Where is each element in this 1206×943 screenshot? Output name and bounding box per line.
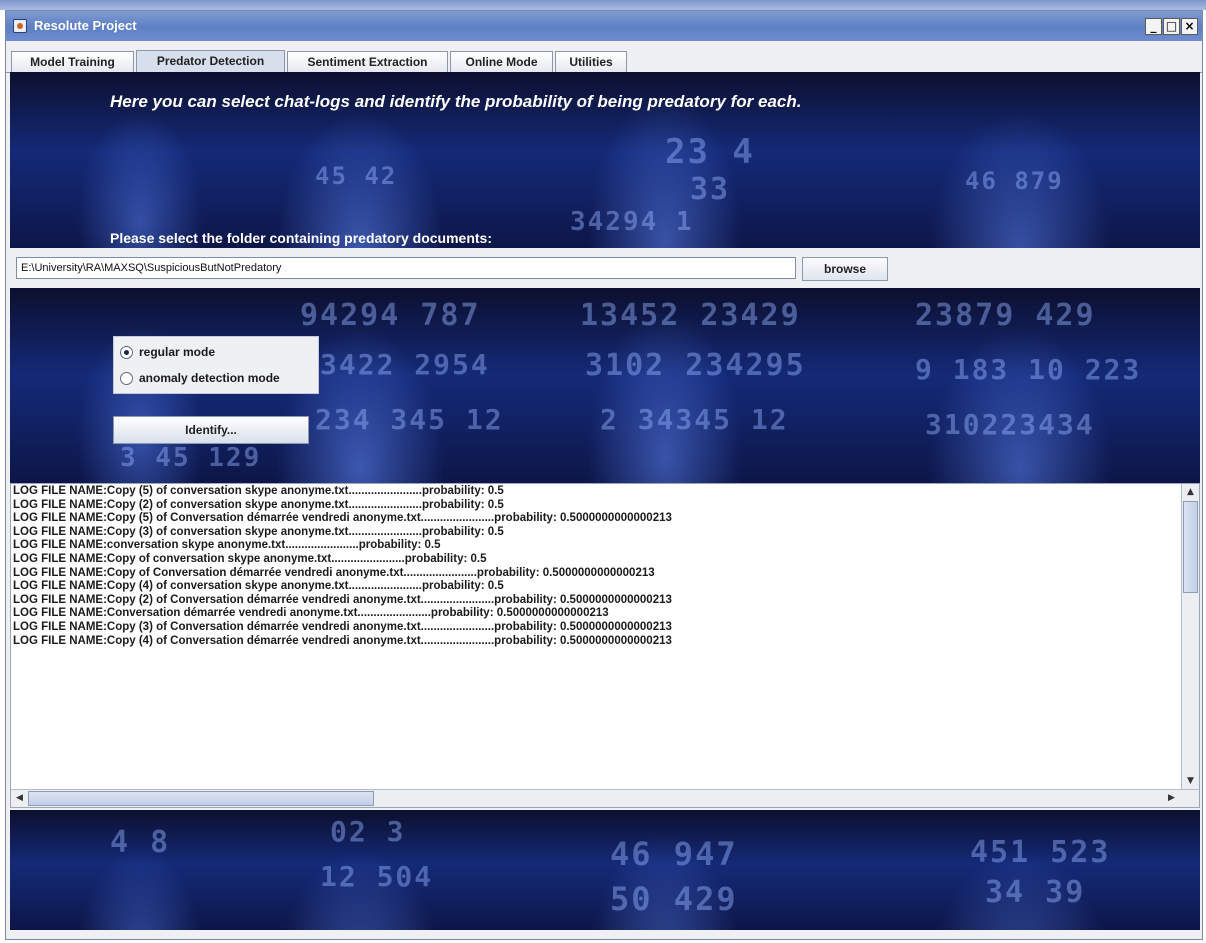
results-text-area[interactable]: LOG FILE NAME:Copy (5) of conversation s… [10,483,1200,808]
folder-path-row: browse [10,248,1200,288]
result-line: LOG FILE NAME:Copy (3) of Conversation d… [13,620,672,633]
tab-sentiment-extraction[interactable]: Sentiment Extraction [287,51,448,73]
result-line: LOG FILE NAME:conversation skype anonyme… [13,539,441,552]
java-app-icon [13,19,27,33]
vertical-scroll-thumb[interactable] [1183,501,1198,593]
anomaly-mode-radio[interactable] [120,372,133,385]
result-line: LOG FILE NAME:Conversation démarrée vend… [13,607,609,620]
title-bar[interactable]: Resolute Project _ □ × [6,11,1202,41]
result-line: LOG FILE NAME:Copy (4) of Conversation d… [13,634,672,647]
scroll-up-arrow-icon[interactable]: ▲ [1182,484,1199,500]
tab-predator-detection[interactable]: Predator Detection [136,50,285,73]
tab-utilities[interactable]: Utilities [555,51,627,73]
horizontal-scroll-thumb[interactable] [28,791,374,806]
minimize-button[interactable]: _ [1145,18,1162,35]
regular-mode-radio[interactable] [120,346,133,359]
tab-online-mode[interactable]: Online Mode [450,51,553,73]
result-line: LOG FILE NAME:Copy (5) of Conversation d… [13,512,672,525]
folder-path-input[interactable] [16,257,796,279]
browse-button[interactable]: browse [802,257,888,281]
results-list: LOG FILE NAME:Copy (5) of conversation s… [13,485,1179,785]
result-line: LOG FILE NAME:Copy of conversation skype… [13,552,487,565]
close-button[interactable]: × [1181,18,1198,35]
scroll-left-arrow-icon[interactable]: ◀ [11,790,28,806]
mode-radio-group: regular mode anomaly detection mode [113,336,319,394]
window-title: Resolute Project [34,18,137,33]
background-window-edge [0,0,1206,10]
horizontal-scrollbar[interactable]: ◀ ▶ [11,789,1199,807]
background-art-bottom: 4 8 02 3 12 504 46 947 50 429 451 523 34… [10,810,1200,930]
instruction-text: Here you can select chat-logs and identi… [110,92,802,111]
background-art-middle: 94294 787 13452 23429 23879 429 3422 295… [10,288,1200,483]
tab-bar: Model Training Predator Detection Sentim… [6,41,1202,73]
scroll-right-arrow-icon[interactable]: ▶ [1163,790,1180,806]
vertical-scrollbar[interactable]: ▲ ▼ [1181,484,1199,789]
maximize-button[interactable]: □ [1163,18,1180,35]
result-line: LOG FILE NAME:Copy of Conversation démar… [13,566,655,579]
folder-select-label: Please select the folder containing pred… [110,230,492,246]
result-line: LOG FILE NAME:Copy (3) of conversation s… [13,525,504,538]
identify-button[interactable]: Identify... [113,416,309,444]
result-line: LOG FILE NAME:Copy (4) of conversation s… [13,580,504,593]
anomaly-mode-label: anomaly detection mode [139,371,280,385]
scroll-down-arrow-icon[interactable]: ▼ [1182,773,1199,789]
result-line: LOG FILE NAME:Copy (5) of conversation s… [13,485,504,497]
tab-model-training[interactable]: Model Training [11,51,134,73]
result-line: LOG FILE NAME:Copy (2) of Conversation d… [13,593,672,606]
regular-mode-label: regular mode [139,345,216,359]
result-line: LOG FILE NAME:Copy (2) of conversation s… [13,498,504,511]
background-art-top: 23 4 33 45 42 46 879 34294 1 Here you ca… [10,72,1200,248]
